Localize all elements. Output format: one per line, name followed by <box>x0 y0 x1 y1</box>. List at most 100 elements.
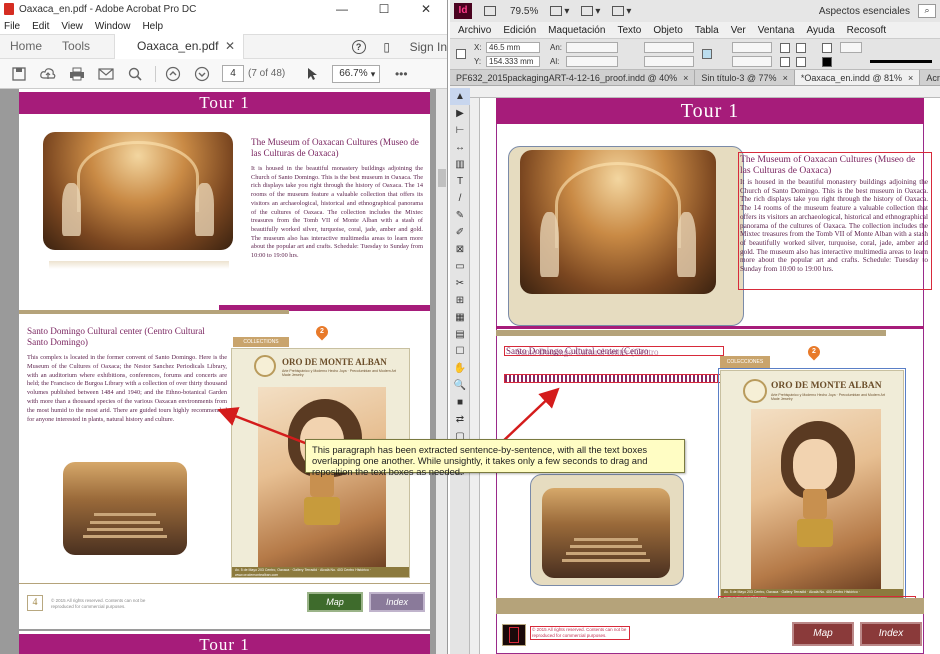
scale-y-field[interactable] <box>644 56 694 67</box>
rotate-field[interactable] <box>732 42 772 53</box>
pencil-tool-icon[interactable]: ✐ <box>450 224 470 241</box>
flip-vertical-icon[interactable] <box>780 57 790 67</box>
menu-objeto[interactable]: Objeto <box>653 25 682 36</box>
menu-texto[interactable]: Texto <box>617 25 641 36</box>
content-collector-icon[interactable]: ▥ <box>450 156 470 173</box>
scissors-tool-icon[interactable]: ✂ <box>450 275 470 292</box>
id-museum-heading[interactable]: The Museum of Oaxacan Cultures (Museo de… <box>740 154 928 176</box>
menu-ayuda[interactable]: Ayuda <box>806 25 834 36</box>
shear-field[interactable] <box>732 56 772 67</box>
gradient-feather-tool-icon[interactable]: ▤ <box>450 326 470 343</box>
fill-stroke-icon[interactable]: ■ <box>450 394 470 411</box>
upload-cloud-icon[interactable] <box>39 65 57 83</box>
view-options-icon[interactable]: ▾ <box>550 6 569 17</box>
id-stairs-photo[interactable] <box>542 488 670 578</box>
map-pin-icon[interactable]: 2 <box>313 323 331 341</box>
page-tool-icon[interactable]: ⊢ <box>450 122 470 139</box>
zoom-tool-icon[interactable]: 🔍 <box>450 377 470 394</box>
y-position-field[interactable]: 154.333 mm <box>486 56 540 67</box>
id-map-pin-icon[interactable]: 2 <box>805 343 823 361</box>
width-field[interactable] <box>566 42 618 53</box>
menu-tabla[interactable]: Tabla <box>695 25 719 36</box>
stroke-weight-field[interactable] <box>840 42 862 53</box>
menu-recosoft[interactable]: Recosoft <box>847 25 886 36</box>
rectangle-tool-icon[interactable]: ▭ <box>450 258 470 275</box>
doc-tab-packaging[interactable]: PF632_2015packagingART-4-12-16_proof.ind… <box>450 70 696 85</box>
id-copyright-text[interactable]: © 2015 All rights reserved. Contents can… <box>532 627 630 639</box>
search-icon[interactable] <box>126 65 144 83</box>
reference-point-icon[interactable] <box>456 49 466 59</box>
minimize-button[interactable]: — <box>321 2 363 16</box>
email-icon[interactable] <box>97 65 115 83</box>
swap-fill-stroke-icon[interactable]: ⇄ <box>450 411 470 428</box>
select-container-icon[interactable] <box>796 43 806 53</box>
menu-maquetacion[interactable]: Maquetación <box>548 25 605 36</box>
zoom-select[interactable]: 66.7% <box>332 64 381 83</box>
height-field[interactable] <box>566 56 618 67</box>
stroke-color-icon[interactable] <box>822 57 832 67</box>
menu-ver[interactable]: Ver <box>731 25 746 36</box>
tab-home[interactable]: Home <box>0 34 52 59</box>
doc-tab-oaxaca[interactable]: *Oaxaca_en.indd @ 81% × <box>794 70 921 85</box>
note-tool-icon[interactable]: ☐ <box>450 343 470 360</box>
id-museum-paragraph[interactable]: It is housed in the beautiful monastery … <box>740 178 928 274</box>
zoom-level[interactable]: 79.5% <box>510 6 538 17</box>
mobile-link-icon[interactable]: ▯ <box>378 38 396 56</box>
free-transform-tool-icon[interactable]: ⊞ <box>450 292 470 309</box>
scrollbar-thumb[interactable] <box>438 169 446 187</box>
save-icon[interactable] <box>10 65 28 83</box>
select-content-icon[interactable] <box>796 57 806 67</box>
direct-selection-tool-icon[interactable]: ▶ <box>450 105 470 122</box>
id-jewelry-advertisement[interactable]: ORO DE MONTE ALBAN Arte Prehispánico y M… <box>720 370 904 600</box>
previous-page-icon[interactable] <box>164 65 182 83</box>
doc-tab-untitled[interactable]: Sin título-3 @ 77% × <box>695 70 795 85</box>
fill-none-icon[interactable] <box>822 43 832 53</box>
help-icon[interactable]: ? <box>351 39 366 54</box>
stroke-style-preview[interactable] <box>870 60 932 63</box>
bridge-icon[interactable] <box>484 6 498 16</box>
select-cursor-icon[interactable] <box>303 65 321 83</box>
rectangle-frame-tool-icon[interactable]: ⊠ <box>450 241 470 258</box>
map-button[interactable]: Map <box>307 592 363 612</box>
constrain-proportions-icon[interactable] <box>702 49 712 59</box>
close-tab-icon[interactable]: ✕ <box>225 34 235 59</box>
id-index-button[interactable]: Index <box>860 622 922 646</box>
x-position-field[interactable]: 46.5 mm <box>486 42 540 53</box>
more-tools-icon[interactable]: ••• <box>392 65 410 83</box>
menu-file[interactable]: File <box>4 21 20 32</box>
arrange-documents-icon[interactable]: ▾ <box>612 6 631 17</box>
search-icon[interactable]: ⌕ <box>918 4 936 18</box>
pen-tool-icon[interactable]: ✎ <box>450 207 470 224</box>
gap-tool-icon[interactable]: ↔ <box>450 139 470 156</box>
hand-tool-icon[interactable]: ✋ <box>450 360 470 377</box>
id-page-number-frame[interactable] <box>502 624 526 646</box>
screen-mode-icon[interactable]: ▾ <box>581 6 600 17</box>
doc-tab-acrobat-export[interactable]: Acrobat expo <box>920 70 940 85</box>
menu-edicion[interactable]: Edición <box>503 25 536 36</box>
index-button[interactable]: Index <box>369 592 425 612</box>
workspace-switcher[interactable]: Aspectos esenciales <box>819 6 910 17</box>
flip-horizontal-icon[interactable] <box>780 43 790 53</box>
line-tool-icon[interactable]: / <box>450 190 470 207</box>
id-collections-tag[interactable]: COLECCIONES <box>720 356 770 368</box>
next-page-icon[interactable] <box>193 65 211 83</box>
type-tool-icon[interactable]: T <box>450 173 470 190</box>
vertical-scrollbar[interactable] <box>436 89 447 654</box>
maximize-button[interactable]: ☐ <box>363 2 405 16</box>
sign-in-link[interactable]: Sign In <box>410 40 447 54</box>
tab-tools[interactable]: Tools <box>52 34 100 59</box>
selection-tool-icon[interactable]: ▲ <box>450 88 470 105</box>
tab-document[interactable]: Oaxaca_en.pdf ✕ <box>114 34 245 59</box>
close-window-button[interactable]: ✕ <box>405 2 447 16</box>
menu-edit[interactable]: Edit <box>32 21 49 32</box>
page-number-input[interactable]: 4 <box>222 65 244 82</box>
print-icon[interactable] <box>68 65 86 83</box>
menu-view[interactable]: View <box>61 21 83 32</box>
menu-help[interactable]: Help <box>142 21 163 32</box>
id-museum-photo[interactable] <box>520 150 716 294</box>
menu-archivo[interactable]: Archivo <box>458 25 491 36</box>
menu-window[interactable]: Window <box>95 21 131 32</box>
id-map-button[interactable]: Map <box>792 622 854 646</box>
overlap-text-frame-2[interactable] <box>504 374 718 383</box>
scale-x-field[interactable] <box>644 42 694 53</box>
